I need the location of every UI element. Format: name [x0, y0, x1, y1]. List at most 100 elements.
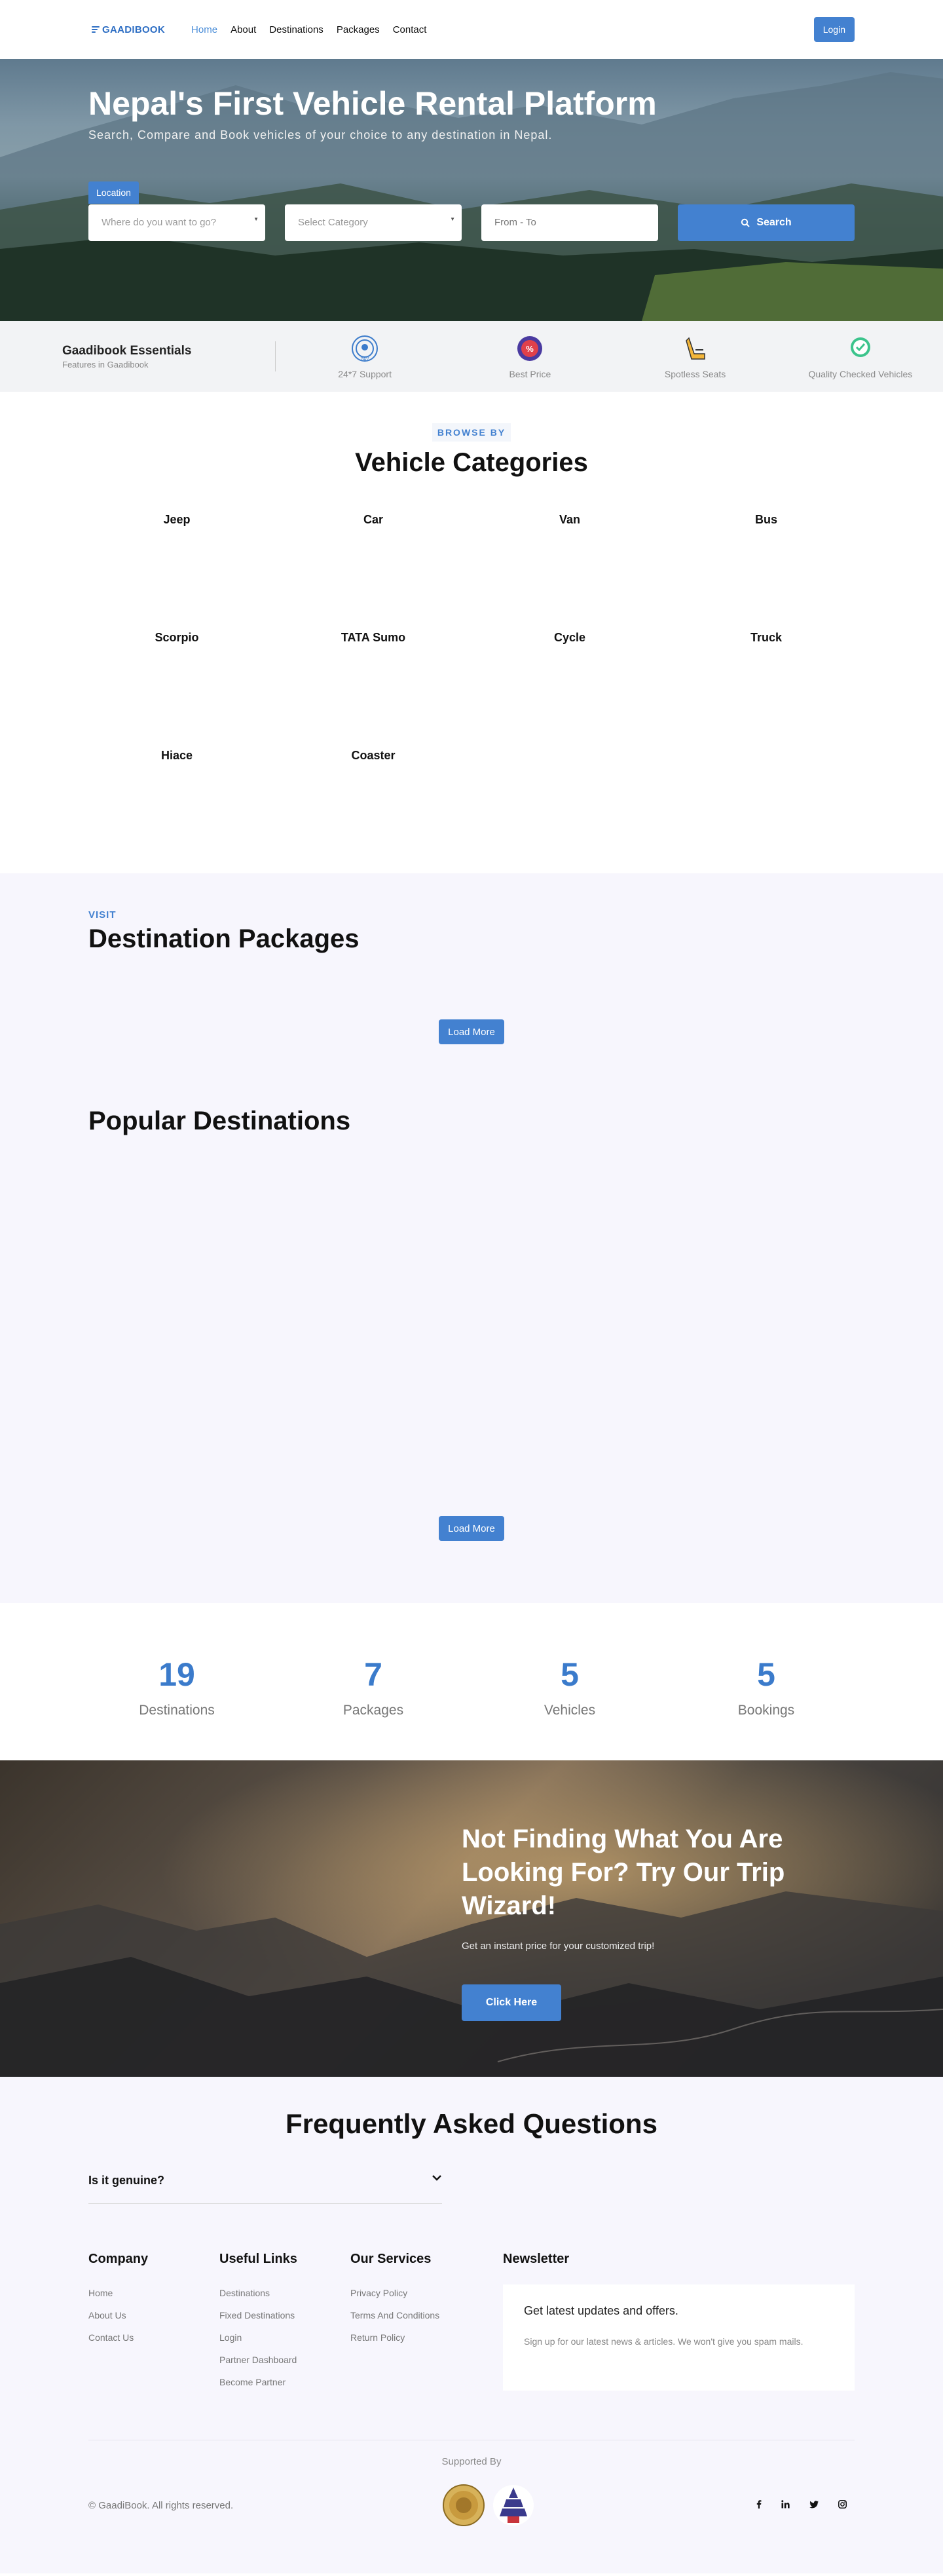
- linkedin-icon[interactable]: [781, 2500, 790, 2510]
- feature-label: Quality Checked Vehicles: [808, 369, 913, 379]
- load-more-destinations-button[interactable]: Load More: [439, 1516, 504, 1541]
- footer-link-become-partner[interactable]: Become Partner: [219, 2377, 350, 2387]
- hero-section: Nepal's First Vehicle Rental Platform Se…: [0, 59, 943, 321]
- chevron-down-icon: [432, 2175, 441, 2181]
- feature-label: 24*7 Support: [338, 369, 392, 379]
- logo-icon: [92, 26, 100, 33]
- svg-text:%: %: [527, 344, 534, 354]
- copyright: © GaadiBook. All rights reserved.: [88, 2499, 234, 2511]
- stat-value: 5: [561, 1656, 579, 1693]
- trip-wizard-title: Not Finding What You Are Looking For? Tr…: [462, 1825, 785, 1921]
- category-scorpio[interactable]: Scorpio: [79, 631, 275, 749]
- nav-link-packages[interactable]: Packages: [337, 24, 380, 35]
- vehicle-categories-section: BROWSE BY Vehicle Categories Jeep Car Va…: [0, 392, 943, 873]
- faq-item[interactable]: Is it genuine?: [88, 2174, 442, 2204]
- footer-heading: Company: [88, 2252, 149, 2266]
- hero-title: Nepal's First Vehicle Rental Platform: [88, 85, 657, 122]
- section-title: Vehicle Categories: [355, 448, 588, 477]
- divider: [275, 341, 276, 371]
- stat-label: Destinations: [139, 1703, 215, 1718]
- click-here-button[interactable]: Click Here: [462, 1984, 561, 2021]
- load-more-packages-button[interactable]: Load More: [439, 1019, 504, 1044]
- login-button[interactable]: Login: [813, 17, 855, 42]
- supported-by-label: Supported By: [441, 2456, 502, 2467]
- footer-link-privacy-policy[interactable]: Privacy Policy: [350, 2288, 481, 2298]
- newsletter-card: Get latest updates and offers. Sign up f…: [503, 2284, 855, 2391]
- feature-quality-checked: Quality Checked Vehicles: [778, 333, 943, 379]
- category-select[interactable]: Select Category ▼: [285, 204, 462, 241]
- brand-name: GAADIBOOK: [102, 24, 166, 35]
- footer-newsletter: Newsletter Get latest updates and offers…: [503, 2252, 855, 2399]
- nav-links: Home About Destinations Packages Contact: [191, 24, 426, 35]
- nav-link-home[interactable]: Home: [191, 24, 217, 35]
- stat-packages: 7 Packages: [275, 1656, 472, 1760]
- stat-value: 5: [757, 1656, 775, 1693]
- feature-best-price: % Best Price: [447, 333, 612, 379]
- category-jeep[interactable]: Jeep: [79, 513, 275, 631]
- navbar: GAADIBOOK Home About Destinations Packag…: [0, 0, 943, 59]
- stat-value: 19: [158, 1656, 195, 1693]
- date-range-input[interactable]: From - To: [481, 204, 658, 241]
- newsletter-heading: Get latest updates and offers.: [524, 2304, 678, 2317]
- nav-link-contact[interactable]: Contact: [393, 24, 427, 35]
- feature-support: 24/7 24*7 Support: [282, 333, 447, 379]
- svg-text:24/7: 24/7: [360, 357, 369, 362]
- footer-link-home[interactable]: Home: [88, 2288, 219, 2298]
- support-24-7-icon: 24/7: [352, 335, 379, 362]
- footer-link-about-us[interactable]: About Us: [88, 2310, 219, 2320]
- search-icon: [741, 218, 750, 227]
- footer-services: Our Services Privacy Policy Terms And Co…: [350, 2252, 481, 2399]
- hero-subtitle: Search, Compare and Book vehicles of you…: [88, 128, 553, 142]
- category-car[interactable]: Car: [275, 513, 472, 631]
- search-button-label: Search: [756, 216, 792, 228]
- category-bus[interactable]: Bus: [668, 513, 864, 631]
- category-cycle[interactable]: Cycle: [472, 631, 668, 749]
- caret-down-icon: ▼: [253, 216, 259, 222]
- category-van[interactable]: Van: [472, 513, 668, 631]
- popular-destinations-title: Popular Destinations: [88, 1107, 351, 1135]
- stat-label: Vehicles: [544, 1703, 596, 1718]
- category-hiace[interactable]: Hiace: [79, 749, 275, 867]
- category-placeholder: Select Category: [298, 217, 368, 228]
- location-tab[interactable]: Location: [88, 181, 139, 204]
- instagram-icon[interactable]: [838, 2500, 847, 2510]
- footer-link-fixed-destinations[interactable]: Fixed Destinations: [219, 2310, 350, 2320]
- best-price-icon: %: [517, 336, 543, 361]
- newsletter-text: Sign up for our latest news & articles. …: [524, 2336, 804, 2347]
- category-tata-sumo[interactable]: TATA Sumo: [275, 631, 472, 749]
- feature-label: Best Price: [509, 369, 551, 379]
- nav-link-destinations[interactable]: Destinations: [269, 24, 324, 35]
- essentials-subtitle: Features in Gaadibook: [62, 359, 149, 369]
- search-bar: Where do you want to go? ▼ Select Catego…: [88, 204, 855, 241]
- category-truck[interactable]: Truck: [668, 631, 864, 749]
- essentials-title: Gaadibook Essentials: [62, 343, 192, 358]
- footer-link-login[interactable]: Login: [219, 2332, 350, 2343]
- footer-link-terms[interactable]: Terms And Conditions: [350, 2310, 481, 2320]
- category-coaster[interactable]: Coaster: [275, 749, 472, 867]
- feature-label: Spotless Seats: [664, 369, 726, 379]
- faq-section: Frequently Asked Questions Is it genuine…: [0, 2077, 943, 2234]
- stat-value: 7: [364, 1656, 382, 1693]
- trip-wizard-banner: Not Finding What You Are Looking For? Tr…: [0, 1760, 943, 2077]
- brand-logo[interactable]: GAADIBOOK: [92, 24, 165, 35]
- footer-link-destinations[interactable]: Destinations: [219, 2288, 350, 2298]
- footer-useful-links: Useful Links Destinations Fixed Destinat…: [219, 2252, 350, 2399]
- footer-link-contact-us[interactable]: Contact Us: [88, 2332, 219, 2343]
- footer-heading: Newsletter: [503, 2252, 570, 2266]
- popular-destinations-list: [88, 1136, 855, 1516]
- facebook-icon[interactable]: [756, 2500, 762, 2510]
- caret-down-icon: ▼: [450, 216, 455, 222]
- destination-placeholder: Where do you want to go?: [102, 217, 217, 228]
- nav-link-about[interactable]: About: [231, 24, 256, 35]
- search-button[interactable]: Search: [678, 204, 855, 241]
- stat-label: Bookings: [737, 1703, 795, 1718]
- supporter-logos: [442, 2484, 535, 2527]
- footer-link-partner-dashboard[interactable]: Partner Dashboard: [219, 2355, 350, 2365]
- stats-section: 19 Destinations 7 Packages 5 Vehicles 5 …: [0, 1603, 943, 1760]
- stat-bookings: 5 Bookings: [668, 1656, 864, 1760]
- footer-link-return-policy[interactable]: Return Policy: [350, 2332, 481, 2343]
- destination-select[interactable]: Where do you want to go? ▼: [88, 204, 265, 241]
- twitter-icon[interactable]: [809, 2500, 819, 2510]
- section-title: Destination Packages: [88, 924, 360, 953]
- faq-title: Frequently Asked Questions: [286, 2108, 657, 2139]
